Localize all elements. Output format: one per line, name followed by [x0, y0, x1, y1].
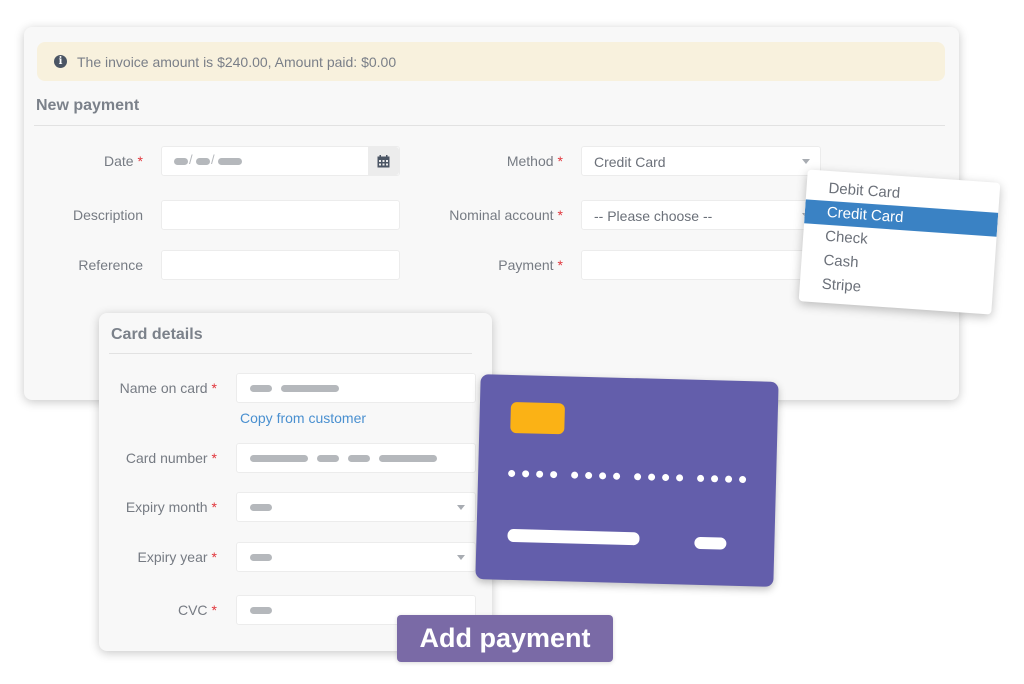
method-select[interactable]: Credit Card: [581, 146, 821, 176]
masked-value: [348, 455, 370, 462]
reference-label: Reference: [78, 257, 143, 273]
masked-value: [250, 385, 272, 392]
dot: [724, 475, 733, 483]
card-details-title: Card details: [111, 326, 203, 343]
masked-value: [196, 158, 210, 165]
alert-text: The invoice amount is $240.00, Amount pa…: [77, 53, 397, 70]
invoice-alert: i The invoice amount is $240.00, Amount …: [37, 42, 945, 81]
chevron-down-icon: [457, 505, 465, 510]
required-marker: *: [211, 450, 217, 466]
payment-input[interactable]: [581, 250, 821, 280]
divider: [34, 125, 945, 126]
card-number-label-text: Card number: [125, 450, 208, 466]
chevron-down-icon: [802, 159, 810, 164]
method-value: Credit Card: [594, 154, 666, 170]
dot-group: [634, 473, 684, 482]
dot: [710, 475, 719, 483]
dot: [613, 472, 621, 480]
masked-value: [218, 158, 242, 165]
nominal-account-value: -- Please choose --: [594, 208, 713, 224]
date-label-text: Date: [103, 153, 134, 169]
cvc-label-text: CVC: [177, 602, 208, 618]
chevron-down-icon: [457, 555, 465, 560]
card-name-bar: [507, 528, 640, 546]
required-marker: *: [211, 602, 217, 618]
date-input[interactable]: / /: [161, 146, 400, 176]
expiry-month-label: Expiry month *: [126, 499, 217, 515]
card-details-panel: Card details Name on card * Copy from cus…: [99, 313, 492, 651]
card-chip-icon: [510, 401, 565, 435]
expiry-month-select[interactable]: [236, 492, 476, 522]
nominal-account-label: Nominal account *: [449, 207, 563, 223]
card-number-dots: [508, 469, 747, 484]
masked-value: [174, 158, 188, 165]
expiry-year-label-text: Expiry year: [137, 549, 208, 565]
card-number-label: Card number *: [126, 450, 217, 466]
name-on-card-input[interactable]: [236, 373, 476, 403]
method-dropdown[interactable]: Debit Card Credit Card Check Cash Stripe: [798, 169, 1001, 315]
date-label: Date *: [104, 153, 143, 169]
info-icon: i: [54, 55, 67, 68]
calendar-button[interactable]: [368, 147, 399, 175]
required-marker: *: [557, 257, 563, 273]
expiry-year-label: Expiry year *: [138, 549, 217, 565]
dot: [508, 469, 516, 478]
card-number-input[interactable]: [236, 443, 476, 473]
dot: [550, 470, 558, 479]
required-marker: *: [211, 380, 217, 396]
required-marker: *: [211, 549, 217, 565]
dot: [571, 471, 579, 479]
masked-value: [317, 455, 339, 462]
copy-from-customer-link[interactable]: Copy from customer: [240, 410, 366, 426]
add-payment-button[interactable]: Add payment: [397, 615, 613, 662]
description-input[interactable]: [161, 200, 400, 230]
method-label: Method *: [507, 153, 563, 169]
section-title: New payment: [36, 97, 140, 114]
dot: [522, 470, 530, 478]
dot-group: [508, 469, 558, 479]
dot-group: [571, 471, 621, 480]
dot: [738, 475, 747, 484]
masked-value: [379, 455, 437, 462]
reference-input[interactable]: [161, 250, 400, 280]
dot: [599, 472, 607, 480]
masked-value: [250, 455, 308, 462]
dot: [536, 470, 544, 478]
masked-value: [250, 554, 272, 561]
dot: [634, 473, 642, 481]
required-marker: *: [211, 499, 217, 515]
dot: [675, 474, 684, 482]
expiry-year-select[interactable]: [236, 542, 476, 572]
required-marker: *: [137, 153, 143, 169]
cvc-label: CVC *: [178, 602, 217, 618]
credit-card-illustration: [475, 374, 779, 587]
calendar-icon: [377, 154, 390, 167]
nominal-account-label-text: Nominal account: [449, 207, 554, 223]
nominal-account-select[interactable]: -- Please choose --: [581, 200, 821, 230]
masked-value: [250, 504, 272, 511]
dot: [648, 473, 656, 481]
required-marker: *: [557, 207, 563, 223]
expiry-month-label-text: Expiry month: [125, 499, 208, 515]
dot-group: [696, 474, 747, 484]
payment-label-text: Payment: [498, 257, 554, 273]
payment-label: Payment *: [498, 257, 563, 273]
name-on-card-label: Name on card *: [120, 380, 217, 396]
divider: [109, 353, 472, 354]
dot: [662, 473, 670, 482]
date-separator: /: [189, 152, 193, 167]
required-marker: *: [557, 153, 563, 169]
masked-value: [281, 385, 339, 392]
card-expiry-bar: [694, 536, 727, 550]
dot: [696, 474, 705, 483]
name-on-card-label-text: Name on card: [119, 380, 208, 396]
method-label-text: Method: [506, 153, 554, 169]
date-separator: /: [211, 152, 215, 167]
dot: [585, 471, 593, 480]
masked-value: [250, 607, 272, 614]
description-label: Description: [72, 207, 143, 223]
